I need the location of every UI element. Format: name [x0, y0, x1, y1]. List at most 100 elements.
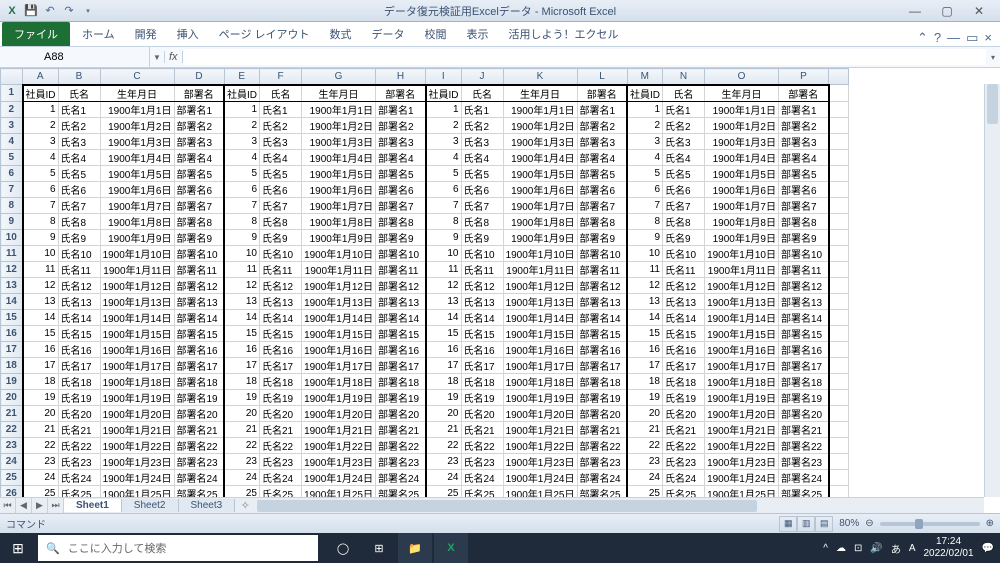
- cell-date[interactable]: 1900年1月12日: [705, 277, 779, 293]
- cell-name[interactable]: 氏名7: [58, 197, 100, 213]
- taskbar-clock[interactable]: 17:242022/02/01: [923, 536, 973, 560]
- cell-id[interactable]: 3: [224, 133, 260, 149]
- cell-dept[interactable]: 部署名19: [779, 389, 829, 405]
- cell-name[interactable]: 氏名15: [260, 325, 302, 341]
- cell-dept[interactable]: 部署名15: [376, 325, 426, 341]
- table-header-cell[interactable]: 部署名: [376, 85, 426, 102]
- cell-dept[interactable]: 部署名1: [577, 101, 627, 117]
- cell-dept[interactable]: 部署名3: [779, 133, 829, 149]
- cell-date[interactable]: 1900年1月6日: [705, 181, 779, 197]
- file-tab[interactable]: ファイル: [2, 22, 70, 46]
- cell-id[interactable]: 15: [627, 325, 663, 341]
- cell-id[interactable]: 23: [23, 453, 59, 469]
- cell-dept[interactable]: 部署名6: [174, 181, 224, 197]
- cell-id[interactable]: 2: [224, 117, 260, 133]
- col-header[interactable]: J: [461, 69, 503, 85]
- row-header[interactable]: 25: [1, 469, 23, 485]
- cell-id[interactable]: 3: [23, 133, 59, 149]
- cell-dept[interactable]: 部署名5: [779, 165, 829, 181]
- cell-id[interactable]: 7: [23, 197, 59, 213]
- cell-name[interactable]: 氏名1: [58, 101, 100, 117]
- cell-date[interactable]: 1900年1月4日: [100, 149, 174, 165]
- cell-date[interactable]: 1900年1月21日: [503, 421, 577, 437]
- cell-id[interactable]: 21: [224, 421, 260, 437]
- cell-dept[interactable]: 部署名7: [577, 197, 627, 213]
- tab-data[interactable]: データ: [362, 22, 415, 46]
- cell-id[interactable]: 4: [627, 149, 663, 165]
- cell-id[interactable]: 1: [23, 101, 59, 117]
- cell-dept[interactable]: 部署名11: [174, 261, 224, 277]
- cell-dept[interactable]: 部署名15: [577, 325, 627, 341]
- cell-date[interactable]: 1900年1月2日: [100, 117, 174, 133]
- cell-name[interactable]: 氏名10: [260, 245, 302, 261]
- cell-name[interactable]: 氏名24: [58, 469, 100, 485]
- tray-chevron-icon[interactable]: ^: [823, 543, 828, 554]
- col-header[interactable]: B: [58, 69, 100, 85]
- notification-icon[interactable]: 💬: [982, 543, 994, 554]
- cell-dept[interactable]: 部署名3: [376, 133, 426, 149]
- cell-date[interactable]: 1900年1月3日: [705, 133, 779, 149]
- row-header[interactable]: 21: [1, 405, 23, 421]
- cell-date[interactable]: 1900年1月9日: [100, 229, 174, 245]
- cell-name[interactable]: 氏名2: [58, 117, 100, 133]
- cell-date[interactable]: 1900年1月17日: [705, 357, 779, 373]
- cell-date[interactable]: 1900年1月16日: [705, 341, 779, 357]
- tray-cloud-icon[interactable]: ☁: [836, 543, 846, 554]
- cell-id[interactable]: 17: [224, 357, 260, 373]
- cell-date[interactable]: 1900年1月14日: [503, 309, 577, 325]
- cell-name[interactable]: 氏名10: [663, 245, 705, 261]
- cell-dept[interactable]: 部署名21: [779, 421, 829, 437]
- row-header[interactable]: 8: [1, 197, 23, 213]
- cell-name[interactable]: 氏名16: [260, 341, 302, 357]
- fx-icon[interactable]: fx: [164, 51, 183, 63]
- cell-id[interactable]: 22: [224, 437, 260, 453]
- cell-dept[interactable]: 部署名10: [376, 245, 426, 261]
- cell-name[interactable]: 氏名20: [461, 405, 503, 421]
- cell-date[interactable]: 1900年1月1日: [503, 101, 577, 117]
- cell-date[interactable]: 1900年1月7日: [705, 197, 779, 213]
- cell-id[interactable]: 12: [224, 277, 260, 293]
- cell-dept[interactable]: 部署名16: [779, 341, 829, 357]
- cell-dept[interactable]: 部署名18: [174, 373, 224, 389]
- minimize-button[interactable]: —: [904, 2, 926, 20]
- cell-date[interactable]: 1900年1月22日: [503, 437, 577, 453]
- cell-dept[interactable]: 部署名24: [779, 469, 829, 485]
- cell-date[interactable]: 1900年1月9日: [503, 229, 577, 245]
- name-box[interactable]: [0, 47, 150, 67]
- zoom-label[interactable]: 80%: [839, 518, 859, 529]
- ribbon-collapse-icon[interactable]: ⌃: [917, 30, 928, 46]
- cell-date[interactable]: 1900年1月6日: [302, 181, 376, 197]
- cell-id[interactable]: 7: [627, 197, 663, 213]
- cell-name[interactable]: 氏名18: [663, 373, 705, 389]
- col-header[interactable]: A: [23, 69, 59, 85]
- cell-id[interactable]: 15: [426, 325, 462, 341]
- row-header[interactable]: 6: [1, 165, 23, 181]
- cell-dept[interactable]: 部署名22: [174, 437, 224, 453]
- cell-id[interactable]: 10: [224, 245, 260, 261]
- cell-dept[interactable]: 部署名2: [376, 117, 426, 133]
- cell-date[interactable]: 1900年1月4日: [302, 149, 376, 165]
- cell-name[interactable]: 氏名15: [461, 325, 503, 341]
- cell-date[interactable]: 1900年1月21日: [100, 421, 174, 437]
- cell-name[interactable]: 氏名14: [260, 309, 302, 325]
- table-header-cell[interactable]: 社員ID: [23, 85, 59, 102]
- table-header-cell[interactable]: 社員ID: [426, 85, 462, 102]
- cell-dept[interactable]: 部署名13: [376, 293, 426, 309]
- cell-dept[interactable]: 部署名17: [376, 357, 426, 373]
- cell-dept[interactable]: 部署名15: [174, 325, 224, 341]
- cell-id[interactable]: 24: [627, 469, 663, 485]
- row-header[interactable]: 23: [1, 437, 23, 453]
- cell-date[interactable]: 1900年1月2日: [705, 117, 779, 133]
- maximize-button[interactable]: ▢: [936, 2, 958, 20]
- cell-id[interactable]: 14: [23, 309, 59, 325]
- vertical-scrollbar[interactable]: [984, 84, 1000, 497]
- cell-dept[interactable]: 部署名3: [577, 133, 627, 149]
- table-header-cell[interactable]: 生年月日: [100, 85, 174, 102]
- cell-name[interactable]: 氏名7: [663, 197, 705, 213]
- workbook-close-icon[interactable]: ×: [984, 30, 992, 46]
- row-header[interactable]: 13: [1, 277, 23, 293]
- cell-id[interactable]: 13: [426, 293, 462, 309]
- cell-id[interactable]: 20: [426, 405, 462, 421]
- cell-date[interactable]: 1900年1月17日: [503, 357, 577, 373]
- cell-id[interactable]: 8: [426, 213, 462, 229]
